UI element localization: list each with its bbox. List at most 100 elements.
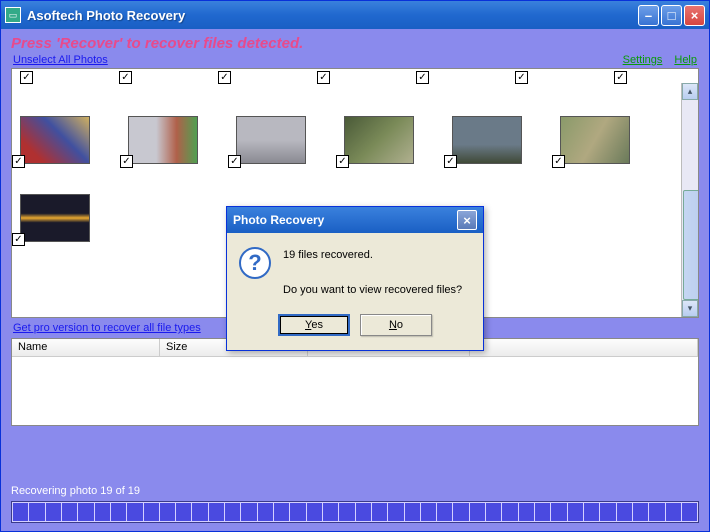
- dialog-titlebar: Photo Recovery ×: [227, 207, 483, 233]
- thumbnail-checkbox[interactable]: ✓: [444, 155, 457, 168]
- progress-segment: [111, 503, 126, 521]
- scroll-up-icon[interactable]: ▴: [682, 83, 698, 100]
- maximize-button[interactable]: □: [661, 5, 682, 26]
- progress-segment: [356, 503, 371, 521]
- no-label: N: [389, 319, 397, 331]
- scroll-track[interactable]: [682, 100, 698, 300]
- thumbnail-image[interactable]: [344, 116, 414, 164]
- progress-segment: [290, 503, 305, 521]
- progress-segment: [160, 503, 175, 521]
- thumbnail-image[interactable]: [560, 116, 630, 164]
- progress-segment: [241, 503, 256, 521]
- progress-segment: [519, 503, 534, 521]
- progress-segment: [209, 503, 224, 521]
- scroll-thumb[interactable]: [683, 190, 699, 300]
- thumbnail-checkbox[interactable]: ✓: [120, 155, 133, 168]
- column-checkbox[interactable]: ✓: [416, 71, 429, 84]
- progress-segment: [453, 503, 468, 521]
- thumbnail-cell[interactable]: ✓: [344, 116, 414, 164]
- status-text: Recovering photo 19 of 19: [11, 485, 699, 501]
- progress-segment: [551, 503, 566, 521]
- thumbnail-cell[interactable]: ✓: [560, 116, 630, 164]
- thumbnail-image[interactable]: [236, 116, 306, 164]
- progress-segment: [323, 503, 338, 521]
- progress-segment: [274, 503, 289, 521]
- column-checkbox[interactable]: ✓: [614, 71, 627, 84]
- thumbnail-cell[interactable]: ✓: [20, 116, 90, 164]
- scroll-down-icon[interactable]: ▾: [682, 300, 698, 317]
- progress-segment: [535, 503, 550, 521]
- thumbnail-cell[interactable]: ✓: [20, 194, 90, 242]
- vertical-scrollbar[interactable]: ▴ ▾: [681, 83, 698, 317]
- progress-segment: [225, 503, 240, 521]
- app-icon: ▭: [5, 7, 21, 23]
- progress-segment: [405, 503, 420, 521]
- progress-segment: [633, 503, 648, 521]
- minimize-button[interactable]: –: [638, 5, 659, 26]
- file-table: Name Size Extension: [11, 338, 699, 426]
- progress-segment: [95, 503, 110, 521]
- progress-segment: [62, 503, 77, 521]
- dialog-message: 19 files recovered. Do you want to view …: [283, 247, 462, 300]
- question-icon: ?: [239, 247, 271, 279]
- instruction-text: Press 'Recover' to recover files detecte…: [1, 29, 709, 54]
- status-area: Recovering photo 19 of 19: [11, 485, 699, 523]
- progress-bar: [11, 501, 699, 523]
- thumbnail-cell[interactable]: ✓: [128, 116, 198, 164]
- thumbnail-image[interactable]: [452, 116, 522, 164]
- thumbnail-checkbox[interactable]: ✓: [228, 155, 241, 168]
- progress-segment: [421, 503, 436, 521]
- column-checkbox[interactable]: ✓: [218, 71, 231, 84]
- progress-segment: [176, 503, 191, 521]
- unselect-all-link[interactable]: Unselect All Photos: [13, 54, 108, 66]
- thumbnail-image[interactable]: [128, 116, 198, 164]
- settings-link[interactable]: Settings: [623, 54, 663, 66]
- close-button[interactable]: ×: [684, 5, 705, 26]
- get-pro-link[interactable]: Get pro version to recover all file type…: [13, 322, 201, 334]
- progress-segment: [46, 503, 61, 521]
- thumbnail-checkbox[interactable]: ✓: [12, 233, 25, 246]
- progress-segment: [307, 503, 322, 521]
- thumbnail-checkbox[interactable]: ✓: [12, 155, 25, 168]
- no-button[interactable]: No: [360, 314, 432, 336]
- column-name[interactable]: Name: [12, 339, 160, 356]
- dialog-line2: Do you want to view recovered files?: [283, 282, 462, 300]
- progress-segment: [29, 503, 44, 521]
- column-checkbox[interactable]: ✓: [20, 71, 33, 84]
- thumbnail-cell[interactable]: ✓: [452, 116, 522, 164]
- progress-segment: [127, 503, 142, 521]
- progress-segment: [258, 503, 273, 521]
- column-checkbox[interactable]: ✓: [119, 71, 132, 84]
- thumbnail-image[interactable]: [20, 194, 90, 242]
- progress-segment: [666, 503, 681, 521]
- progress-segment: [437, 503, 452, 521]
- column-checkbox[interactable]: ✓: [515, 71, 528, 84]
- yes-button[interactable]: Yes: [278, 314, 350, 336]
- thumbnail-cell[interactable]: ✓: [236, 116, 306, 164]
- progress-segment: [339, 503, 354, 521]
- thumbnail-checkbox[interactable]: ✓: [552, 155, 565, 168]
- dialog-close-button[interactable]: ×: [457, 210, 477, 230]
- thumbnail-checkbox[interactable]: ✓: [336, 155, 349, 168]
- progress-segment: [617, 503, 632, 521]
- progress-segment: [600, 503, 615, 521]
- progress-segment: [502, 503, 517, 521]
- progress-segment: [486, 503, 501, 521]
- column-checkbox[interactable]: ✓: [317, 71, 330, 84]
- progress-segment: [144, 503, 159, 521]
- progress-segment: [682, 503, 697, 521]
- column-checkbox-row: ✓ ✓ ✓ ✓ ✓ ✓ ✓: [12, 69, 698, 86]
- recovery-dialog: Photo Recovery × ? 19 files recovered. D…: [226, 206, 484, 351]
- progress-segment: [649, 503, 664, 521]
- progress-segment: [372, 503, 387, 521]
- main-window: ▭ Asoftech Photo Recovery – □ × Press 'R…: [0, 0, 710, 532]
- progress-segment: [13, 503, 28, 521]
- thumbnail-image[interactable]: [20, 116, 90, 164]
- yes-label: Y: [305, 319, 311, 331]
- progress-segment: [470, 503, 485, 521]
- help-link[interactable]: Help: [674, 54, 697, 66]
- progress-segment: [192, 503, 207, 521]
- progress-segment: [568, 503, 583, 521]
- progress-segment: [388, 503, 403, 521]
- dialog-title: Photo Recovery: [233, 213, 324, 227]
